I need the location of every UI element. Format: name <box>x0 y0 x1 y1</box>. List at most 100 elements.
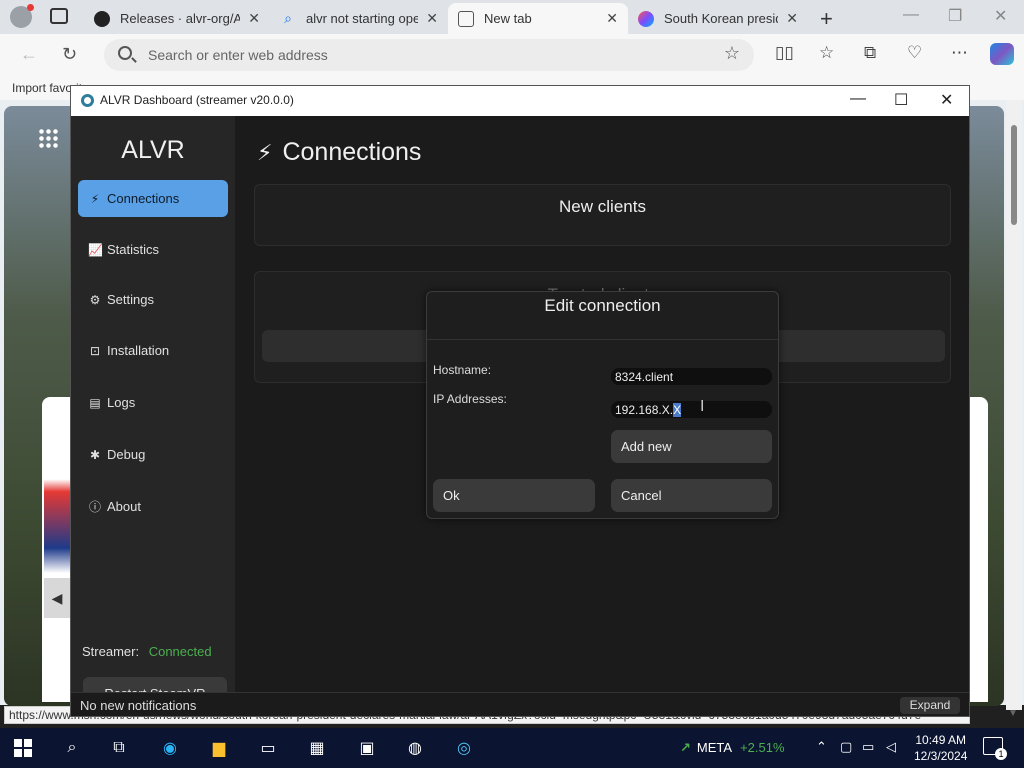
add-new-button[interactable]: Add new <box>611 430 772 463</box>
expand-button[interactable]: Expand <box>900 697 960 714</box>
split-screen-icon[interactable]: ▯▯ <box>775 43 794 63</box>
tab-title: Releases · alvr-org/ALVR <box>120 11 241 26</box>
alvr-title-bar: ALVR Dashboard (streamer v20.0.0) — ☐ ✕ <box>71 86 969 116</box>
sidebar-item-debug[interactable]: ✱ Debug <box>78 436 228 473</box>
search-icon[interactable]: ⌕ <box>60 736 84 760</box>
close-icon[interactable]: ✕ <box>994 6 1007 26</box>
ip-addresses-label: IP Addresses: <box>433 392 507 406</box>
sidebar: ALVR ⚡ Connections 📈 Statistics ⚙ Settin… <box>71 116 235 709</box>
bug-icon: ✱ <box>89 447 101 462</box>
alvr-logo-icon <box>81 94 94 107</box>
network-icon[interactable]: ▭ <box>862 739 874 755</box>
tab-releases[interactable]: Releases · alvr-org/ALVR ✕ <box>84 3 270 34</box>
alvr-taskbar-icon[interactable]: ◎ <box>452 736 476 760</box>
sidebar-item-statistics[interactable]: 📈 Statistics <box>78 231 228 268</box>
hostname-value: 8324.client <box>615 370 674 384</box>
browser-toolbar: ← ↻ Search or enter web address ☆ ▯▯ ☆ ⧉… <box>0 34 1024 76</box>
clock-time: 10:49 AM <box>915 733 967 747</box>
close-tab-icon[interactable]: ✕ <box>606 10 618 27</box>
search-icon: ⌕ <box>284 10 292 26</box>
more-menu-icon[interactable]: ⋯ <box>951 43 968 63</box>
search-icon <box>118 46 132 60</box>
windows-start-icon[interactable] <box>14 739 32 757</box>
sidebar-item-installation[interactable]: ⊡ Installation <box>78 332 228 369</box>
sidebar-item-about[interactable]: ⓘ About <box>78 488 228 525</box>
app-icon[interactable]: ▣ <box>355 736 379 760</box>
volume-icon[interactable]: ◁ <box>886 739 896 755</box>
page-scrollbar[interactable] <box>1006 100 1022 710</box>
box-icon: ⊡ <box>89 343 101 358</box>
collections-icon[interactable]: ⧉ <box>864 43 876 63</box>
sidebar-item-label: Settings <box>107 292 154 307</box>
ip-value-text: 192.168.X. <box>615 403 674 417</box>
sidebar-item-logs[interactable]: ▤ Logs <box>78 384 228 421</box>
back-icon[interactable]: ← <box>20 44 38 65</box>
terminal-icon[interactable]: ▭ <box>256 736 280 760</box>
close-icon[interactable]: ✕ <box>940 90 953 110</box>
scrollbar-thumb[interactable] <box>1011 125 1017 225</box>
info-icon: ⓘ <box>88 500 101 514</box>
refresh-icon[interactable]: ↻ <box>62 44 77 65</box>
gear-icon: ⚙ <box>89 292 101 307</box>
stock-symbol: META <box>696 740 733 755</box>
hostname-field[interactable]: 8324.client <box>611 368 772 385</box>
apps-grid-icon[interactable] <box>38 128 58 148</box>
document-icon: ▤ <box>89 395 101 410</box>
minimize-icon[interactable]: — <box>903 6 919 24</box>
profile-avatar[interactable] <box>10 4 34 28</box>
brand-title: ALVR <box>121 136 185 164</box>
favorites-icon[interactable]: ☆ <box>819 43 834 63</box>
maximize-icon[interactable]: ☐ <box>894 90 908 110</box>
notification-text: No new notifications <box>80 698 197 713</box>
ip-value-selection: X <box>673 403 682 417</box>
edge-icon[interactable]: ◉ <box>158 736 182 760</box>
copilot-icon[interactable] <box>990 43 1014 65</box>
steam-icon[interactable]: ◍ <box>403 736 427 760</box>
cancel-button[interactable]: Cancel <box>611 479 772 512</box>
favorite-star-icon[interactable]: ☆ <box>724 43 740 64</box>
notification-center-icon[interactable]: 1 <box>983 737 1007 760</box>
ok-button[interactable]: Ok <box>433 479 595 512</box>
tab-actions-icon[interactable] <box>50 8 68 24</box>
plug-icon: ⚡ <box>257 139 273 165</box>
restore-icon[interactable]: ❐ <box>948 6 962 26</box>
page-title: ⚡ Connections <box>257 138 421 167</box>
browser-essentials-icon[interactable]: ♡ <box>907 43 922 63</box>
new-tab-page-icon <box>458 10 474 27</box>
msn-icon <box>638 10 654 27</box>
tab-new-tab[interactable]: New tab ✕ <box>448 3 628 34</box>
close-tab-icon[interactable]: ✕ <box>248 10 260 27</box>
address-bar[interactable]: Search or enter web address ☆ <box>104 39 754 71</box>
streamer-label: Streamer: <box>82 644 140 659</box>
close-tab-icon[interactable]: ✕ <box>426 10 438 27</box>
plug-icon: ⚡ <box>90 191 100 206</box>
minimize-icon[interactable]: — <box>850 90 866 108</box>
hostname-label: Hostname: <box>433 363 492 377</box>
tab-search[interactable]: ⌕ alvr not starting openvr ✕ <box>270 3 448 34</box>
stock-widget[interactable]: ↗ META +2.51% <box>680 740 785 756</box>
new-tab-button[interactable]: + <box>820 6 833 32</box>
clock-date: 12/3/2024 <box>914 749 968 763</box>
sidebar-item-label: Statistics <box>107 242 160 257</box>
sidebar-item-label: Debug <box>107 447 146 462</box>
sidebar-item-label: Connections <box>107 191 180 206</box>
tab-news[interactable]: South Korean president ✕ <box>628 3 808 34</box>
task-view-icon[interactable]: ⧉ <box>107 736 131 760</box>
close-tab-icon[interactable]: ✕ <box>786 10 798 27</box>
ip-address-field[interactable]: 192.168.X.X <box>611 401 772 418</box>
sidebar-item-settings[interactable]: ⚙ Settings <box>78 281 228 318</box>
tray-app-icon[interactable]: ▢ <box>840 739 852 755</box>
tab-title: South Korean president <box>664 11 778 26</box>
edit-connection-dialog: Edit connection Hostname: 8324.client IP… <box>426 291 779 519</box>
file-explorer-icon[interactable]: ▆ <box>207 736 231 760</box>
taskbar: ⌕ ⧉ ◉ ▆ ▭ ▦ ▣ ◍ ◎ ↗ META +2.51% ⌃ ▢ ▭ ◁ 10… <box>0 728 1024 768</box>
clock[interactable]: 10:49 AM 12/3/2024 <box>914 732 967 764</box>
app-icon[interactable]: ▦ <box>305 736 329 760</box>
carousel-prev-icon[interactable]: ◀ <box>44 578 70 618</box>
news-thumbnail <box>44 448 70 573</box>
sidebar-item-connections[interactable]: ⚡ Connections <box>78 180 228 217</box>
sidebar-item-label: Installation <box>107 343 170 358</box>
chevron-up-icon[interactable]: ⌃ <box>816 739 827 755</box>
scroll-down-icon[interactable]: ▼ <box>1008 708 1018 719</box>
notification-count: 1 <box>995 748 1007 760</box>
